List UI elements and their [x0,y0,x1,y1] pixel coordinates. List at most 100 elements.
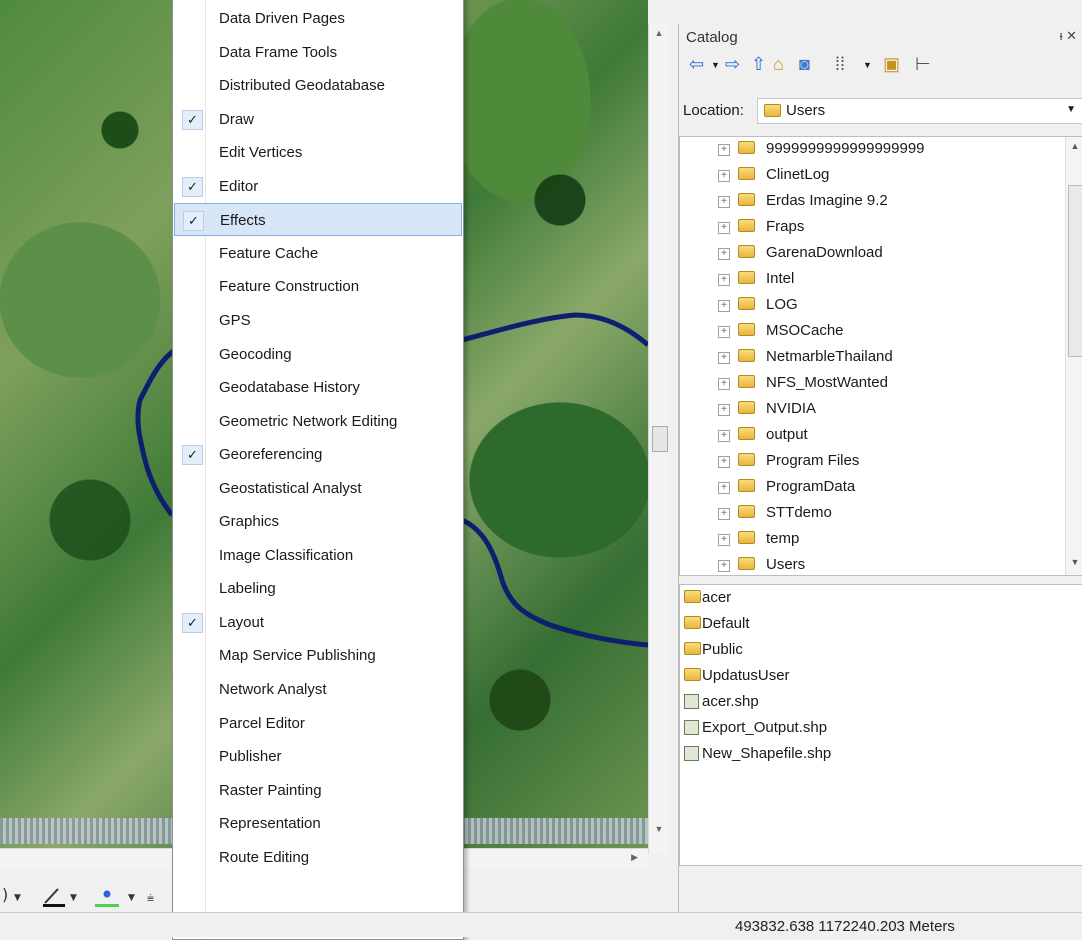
tree-node-label: ClinetLog [766,166,830,183]
folder-icon [738,505,755,518]
location-dropdown-icon[interactable]: ▼ [1066,104,1076,115]
menu-item[interactable]: Geostatistical Analyst [174,472,462,505]
menu-item-label: Data Frame Tools [219,43,338,61]
scroll-thumb[interactable] [652,426,668,452]
scroll-up-icon[interactable]: ▲ [649,28,669,38]
scroll-down-icon[interactable]: ▼ [649,824,669,834]
menu-item[interactable]: Map Service Publishing [174,639,462,672]
menu-item[interactable]: ✓ Draw [174,103,462,136]
tree-node-label: MSOCache [766,322,844,339]
menu-item-label: Draw [219,110,255,128]
list-item-label: acer.shp [702,693,759,710]
menu-item-label: Layout [219,613,265,631]
new-folder-icon[interactable]: ▣ [883,54,900,75]
menu-item-label: Representation [219,815,321,833]
expand-icon[interactable]: + [718,534,730,546]
menu-item-label: Georeferencing [219,446,323,464]
expand-icon[interactable]: + [718,300,730,312]
up-level-icon[interactable]: ⇧ [751,54,766,75]
expand-icon[interactable]: + [718,170,730,182]
checkmark-icon: ✓ [183,211,204,232]
svg-text:⩧: ⩧ [147,891,154,905]
catalog-pin-close-icon[interactable]: ᵻ ✕ [1060,28,1077,44]
menu-item-label: Map Service Publishing [219,647,376,665]
svg-text:▼: ▼ [14,893,21,903]
tree-node-label: LOG [766,296,798,313]
marker-color-icon[interactable] [95,890,119,908]
checkmark-icon: ✓ [182,445,203,466]
expand-icon[interactable]: + [718,196,730,208]
back-icon[interactable]: ⇦ [689,54,704,75]
expand-icon[interactable]: + [718,144,730,156]
expand-icon[interactable]: + [718,326,730,338]
menu-item[interactable]: Geodatabase History [174,371,462,404]
expand-icon[interactable]: + [718,248,730,260]
expand-icon[interactable]: + [718,456,730,468]
menu-item[interactable]: Data Frame Tools [174,36,462,69]
connect-folder-icon[interactable]: ◙ [799,54,810,75]
folder-icon [684,590,701,603]
view-options-icon[interactable]: ⁞⁞ [835,54,845,75]
expand-icon[interactable]: + [718,222,730,234]
menu-item[interactable]: Network Analyst [174,673,462,706]
menu-item[interactable]: Raster Painting [174,774,462,807]
status-bar: 493832.638 1172240.203 Meters [0,912,1082,937]
location-combobox[interactable]: Users ▼ [757,98,1082,124]
catalog-contents: acer Default Public UpdatusUser acer.shp Expo… [679,584,1082,866]
menu-item[interactable]: Feature Cache [174,237,462,270]
scroll-right-icon[interactable]: ▶ [631,852,638,863]
view-dropdown-icon[interactable]: ▼ [863,60,872,70]
expand-icon[interactable]: + [718,508,730,520]
line-color-icon[interactable] [43,888,65,907]
menu-item[interactable]: Representation [174,807,462,840]
menu-item[interactable]: ✓ Editor [174,170,462,203]
scroll-thumb[interactable] [1068,185,1082,357]
forward-icon[interactable]: ⇨ [725,54,740,75]
expand-icon[interactable]: + [718,274,730,286]
location-value: Users [786,102,826,119]
back-dropdown-icon[interactable]: ▼ [711,60,720,70]
menu-item[interactable]: ✓ Georeferencing [174,438,462,471]
menu-item[interactable]: Publisher [174,740,462,773]
svg-text:▼: ▼ [70,893,77,903]
scroll-up-icon[interactable]: ▲ [1066,141,1082,151]
menu-item[interactable]: Distributed Geodatabase [174,69,462,102]
menu-item[interactable]: Image Classification [174,539,462,572]
expand-icon[interactable]: + [718,378,730,390]
menu-item[interactable]: Graphics [174,505,462,538]
tree-node-label: Erdas Imagine 9.2 [766,192,888,209]
menu-item-label: Distributed Geodatabase [219,77,385,95]
menu-item[interactable]: Edit Vertices [174,136,462,169]
location-row: Location: Users ▼ [679,98,1082,124]
folder-icon [738,271,755,284]
menu-item[interactable]: Route Editing [174,841,462,874]
map-vertical-scrollbar[interactable]: ▲ ▼ [648,24,669,854]
expand-icon[interactable]: + [718,352,730,364]
menu-item[interactable]: ✓ Effects [174,203,462,237]
folder-icon [684,642,701,655]
tree-scrollbar[interactable]: ▲ ▼ [1065,137,1082,575]
menu-item[interactable]: Data Driven Pages [174,2,462,35]
toggle-contents-icon[interactable]: ⊢ [915,54,931,75]
menu-item[interactable]: Geocoding [174,338,462,371]
menu-item[interactable]: GPS [174,304,462,337]
expand-icon[interactable]: + [718,404,730,416]
catalog-tree: +9999999999999999999 + ClinetLog + Erdas Ima… [679,136,1082,576]
scroll-down-icon[interactable]: ▼ [1066,557,1082,567]
menu-item[interactable]: Labeling [174,572,462,605]
folder-icon [684,668,701,681]
menu-item[interactable]: Geometric Network Editing [174,405,462,438]
expand-icon[interactable]: + [718,430,730,442]
shapefile-icon [684,746,699,761]
tree-node-label: temp [766,530,800,547]
menu-item[interactable]: Parcel Editor [174,707,462,740]
expand-icon[interactable]: + [718,560,730,572]
catalog-title: Catalog [686,29,738,46]
home-icon[interactable]: ⌂ [773,54,784,75]
menu-item[interactable]: Feature Construction [174,270,462,303]
menu-item-label: Geodatabase History [219,379,360,397]
coordinate-readout: 493832.638 1172240.203 Meters [735,918,955,935]
expand-icon[interactable]: + [718,482,730,494]
menu-item[interactable]: ✓ Layout [174,606,462,639]
menu-item-label: Data Driven Pages [219,10,345,27]
